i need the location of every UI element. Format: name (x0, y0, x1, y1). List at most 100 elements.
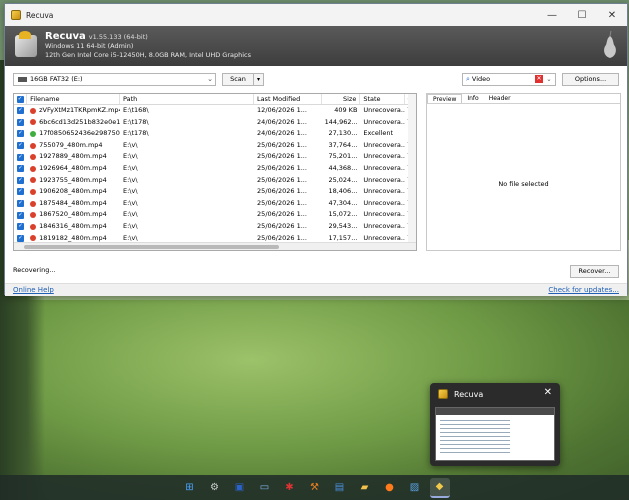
taskbar-tool-icon[interactable]: ⚒ (305, 478, 325, 498)
row-size: 25,024... (328, 175, 358, 184)
row-state: Unrecovera... (363, 106, 405, 114)
recuva-window: Recuva — ☐ ✕ Recuva v1.55.133 (64-bit) Wi… (4, 3, 628, 296)
tab-header[interactable]: Header (484, 94, 516, 103)
taskbar-recuva-icon[interactable]: ◆ (429, 477, 450, 498)
check-updates-link[interactable]: Check for updates... (548, 286, 619, 294)
taskbar-app-icon[interactable]: ▣ (230, 478, 250, 498)
row-last-modified: 25/06/2026 1... (257, 187, 307, 196)
status-dot-icon (30, 130, 37, 137)
select-all-checkbox[interactable]: ✓ (14, 94, 28, 104)
row-filename: 755079_480m.mp4 (27, 140, 120, 152)
window-title: Recuva (26, 10, 54, 20)
horizontal-scrollbar[interactable] (14, 242, 416, 250)
taskbar: ⊞ ⚙ ▣ ▭ ✱ ⚒ ▤ ▰ ● ▨ ◆ (0, 475, 629, 500)
row-last-modified: 25/06/2026 1... (257, 210, 307, 219)
status-dot-icon (30, 188, 37, 195)
file-list-body: ✓ zVFyXtMz1TKRpmKZ.mp4 E:\t168\ 12/06/2026 … (14, 105, 416, 250)
status-dot-icon (30, 177, 37, 184)
row-path: E:\v\ (122, 198, 138, 207)
table-row[interactable]: ✓ 755079_480m.mp4 E:\v\ 25/06/2026 1... 37,7… (14, 140, 416, 152)
options-button[interactable]: Options... (562, 72, 619, 86)
app-version: v1.55.133 (64-bit) (88, 33, 148, 41)
table-row[interactable]: ✓ 1923755_480m.mp4 E:\v\ 25/06/2026 1... 25,… (14, 175, 416, 187)
clear-filter-icon[interactable]: ✕ (535, 75, 543, 83)
row-checkbox[interactable]: ✓ (14, 117, 27, 129)
taskbar-firefox-icon[interactable]: ● (380, 478, 400, 498)
table-row[interactable]: ✓ 17f0850652436e298750... E:\t178\ 24/06/20… (14, 128, 416, 140)
row-checkbox[interactable]: ✓ (14, 140, 27, 152)
column-size[interactable]: Size (322, 94, 361, 104)
row-state: Unrecovera... (363, 140, 405, 149)
taskbar-windows-icon[interactable]: ⊞ (180, 478, 200, 498)
status-dot-icon (30, 119, 37, 126)
recuva-app-icon (11, 10, 21, 20)
filter-select[interactable]: ⌕ Video ✕ ⌄ (462, 72, 556, 86)
minimize-button[interactable]: — (537, 4, 567, 26)
table-row[interactable]: ✓ 1926964_480m.mp4 E:\v\ 25/06/2026 1... 44,… (14, 163, 416, 175)
taskbar-photos-icon[interactable]: ▨ (405, 478, 425, 498)
row-last-modified: 25/06/2026 1... (257, 140, 307, 149)
status-dot-icon (30, 212, 37, 219)
column-path[interactable]: Path (120, 94, 254, 104)
row-checkbox[interactable]: ✓ (14, 186, 27, 198)
row-checkbox[interactable]: ✓ (14, 175, 27, 187)
thumbnail-title: Recuva (454, 389, 484, 399)
row-checkbox[interactable]: ✓ (14, 105, 27, 117)
row-last-modified: 24/06/2026 1... (257, 129, 307, 138)
row-size: 44,368... (328, 163, 358, 172)
table-row[interactable]: ✓ 6bc6cd13d251b832e0e1... E:\t178\ 24/06/20… (14, 117, 416, 129)
online-help-link[interactable]: Online Help (13, 286, 54, 294)
row-filename-text: 1867520_480m.mp4 (39, 210, 107, 219)
row-filename: 1906208_480m.mp4 (27, 186, 120, 198)
taskbar-bug-icon[interactable]: ✱ (280, 478, 300, 498)
row-last-modified: 25/06/2026 1... (257, 175, 307, 184)
tab-info[interactable]: Info (462, 94, 483, 103)
row-checkbox[interactable]: ✓ (14, 128, 27, 140)
row-last-modified: 12/06/2026 1... (257, 106, 307, 114)
scan-button[interactable]: Scan (223, 74, 253, 85)
row-path: E:\v\ (122, 152, 138, 161)
vertical-scrollbar[interactable] (408, 94, 416, 244)
table-row[interactable]: ✓ 1875484_480m.mp4 E:\v\ 25/06/2026 1... 47,… (14, 198, 416, 210)
row-checkbox[interactable]: ✓ (14, 163, 27, 175)
scan-dropdown-icon[interactable]: ▾ (253, 73, 263, 85)
table-row[interactable]: ✓ 1927889_480m.mp4 E:\v\ 25/06/2026 1... 75,… (14, 151, 416, 163)
row-checkbox[interactable]: ✓ (14, 198, 27, 210)
table-row[interactable]: ✓ zVFyXtMz1TKRpmKZ.mp4 E:\t168\ 12/06/2026 … (14, 105, 416, 117)
os-info: Windows 11 64-bit (Admin) (45, 42, 134, 50)
title-bar: Recuva — ☐ ✕ (5, 4, 627, 26)
row-last-modified: 25/06/2026 1... (257, 198, 307, 207)
row-checkbox[interactable]: ✓ (14, 151, 27, 163)
taskbar-display-icon[interactable]: ▭ (255, 478, 275, 498)
row-checkbox[interactable]: ✓ (14, 221, 27, 233)
table-row[interactable]: ✓ 1867520_480m.mp4 E:\v\ 25/06/2026 1... 15,… (14, 209, 416, 221)
drive-icon (18, 76, 27, 82)
close-button[interactable]: ✕ (597, 4, 627, 26)
row-filename-text: 755079_480m.mp4 (39, 140, 103, 149)
taskbar-notes-icon[interactable]: ▤ (330, 478, 350, 498)
recover-button[interactable]: Recover... (570, 265, 619, 278)
taskbar-settings-icon[interactable]: ⚙ (205, 478, 225, 498)
table-row[interactable]: ✓ 1846316_480m.mp4 E:\v\ 25/06/2026 1... 29,… (14, 221, 416, 233)
row-state: Unrecovera... (363, 175, 405, 184)
tab-preview[interactable]: Preview (427, 94, 463, 103)
drive-select[interactable]: 16GB FAT32 (E:) ⌄ (13, 72, 216, 86)
column-filename[interactable]: Filename (27, 94, 120, 104)
row-state: Unrecovera... (363, 187, 405, 196)
taskbar-explorer-icon[interactable]: ▰ (355, 478, 375, 498)
thumbnail-close-icon[interactable]: ✕ (544, 387, 552, 398)
taskbar-thumbnail-preview[interactable]: Recuva ✕ (430, 383, 560, 466)
scan-split-button: Scan ▾ (222, 72, 264, 86)
row-checkbox[interactable]: ✓ (14, 209, 27, 221)
column-state[interactable]: State (360, 94, 405, 104)
app-header: Recuva v1.55.133 (64-bit) Windows 11 64-b… (5, 26, 627, 66)
row-size: 37,764... (328, 140, 358, 149)
maximize-button[interactable]: ☐ (567, 4, 597, 26)
row-filename: zVFyXtMz1TKRpmKZ.mp4 (27, 105, 120, 117)
row-path: E:\v\ (122, 140, 138, 149)
column-last-modified[interactable]: Last Modified (254, 94, 322, 104)
row-size: 29,543... (328, 221, 358, 230)
piriform-pear-logo (604, 30, 616, 58)
table-row[interactable]: ✓ 1906208_480m.mp4 E:\v\ 25/06/2026 1... 18,… (14, 186, 416, 198)
row-size: 18,406... (328, 187, 358, 196)
